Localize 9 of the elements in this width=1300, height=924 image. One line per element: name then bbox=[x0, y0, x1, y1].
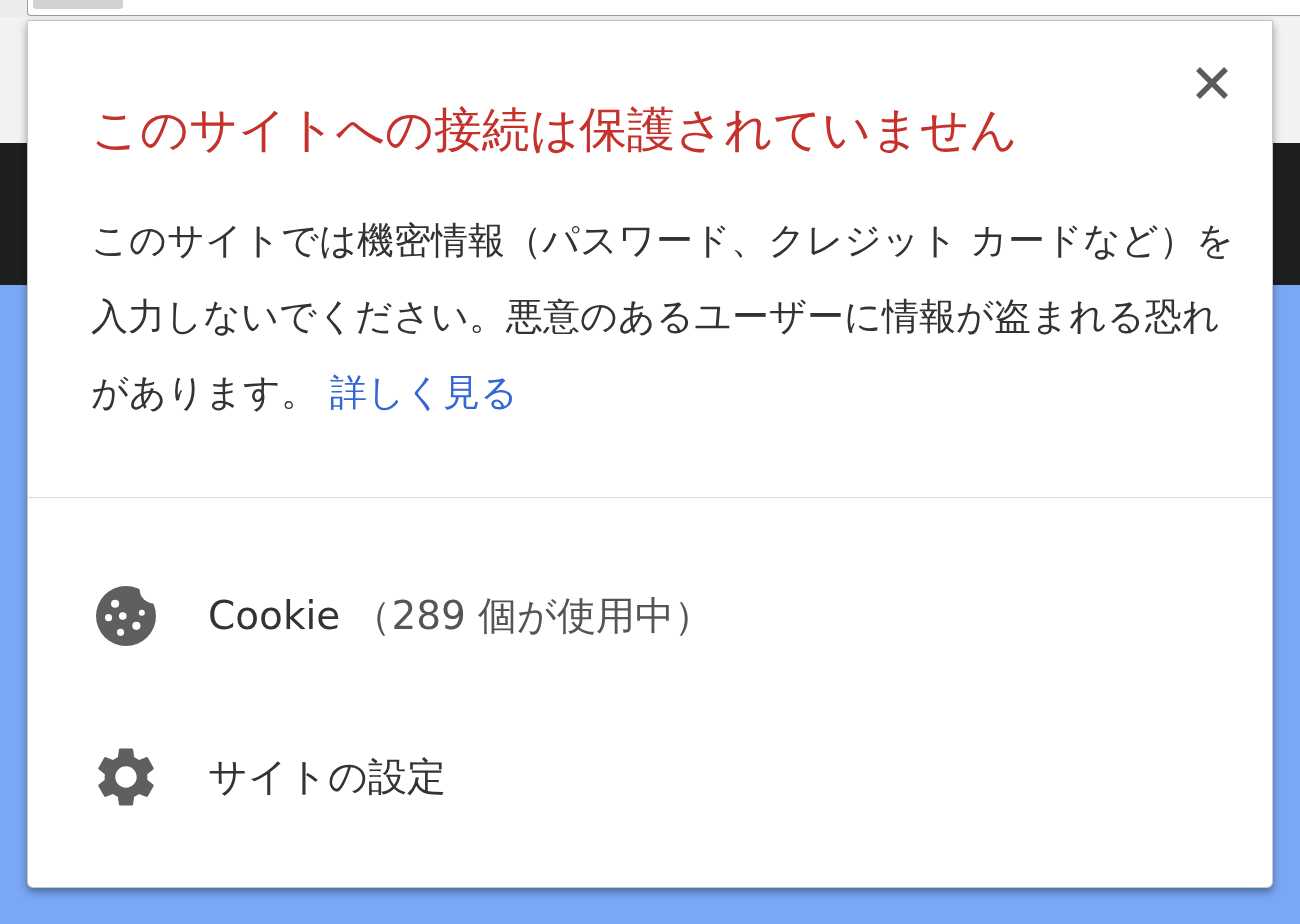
settings-icon bbox=[96, 747, 156, 807]
address-field[interactable] bbox=[27, 0, 1300, 16]
popup-title: このサイトへの接続は保護されていません bbox=[91, 101, 1018, 157]
site-settings-link[interactable]: サイトの設定 bbox=[208, 752, 446, 802]
warning-message: このサイトでは機密情報（パスワード、クレジット カードなど）を入力しないでください。悪意のあるユーザーに情報が盗まれる恐れがあります。 詳しく見る bbox=[91, 218, 1235, 416]
usage-count-text: （289 個が使用中） bbox=[352, 592, 714, 640]
learn-more-link[interactable]: 詳しく見る bbox=[329, 371, 518, 414]
cookie-icon bbox=[96, 586, 156, 646]
cookies-link[interactable]: Cookie bbox=[208, 591, 341, 641]
